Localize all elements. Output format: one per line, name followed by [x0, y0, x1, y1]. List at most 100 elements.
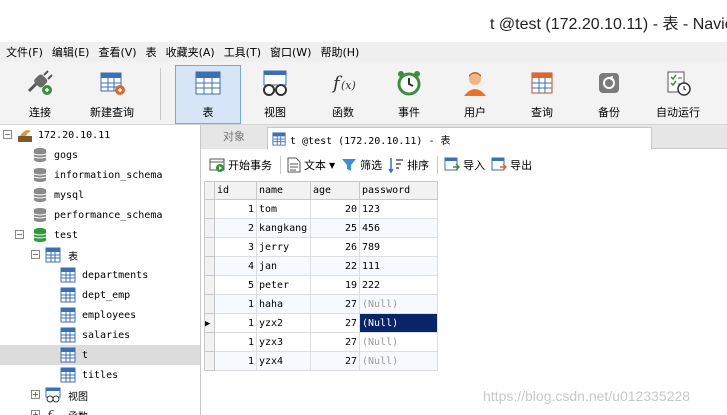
table-button[interactable]: 表: [175, 65, 241, 124]
tree-connection[interactable]: − 172.20.10.11: [0, 125, 200, 145]
cell-password[interactable]: 456: [359, 218, 438, 238]
text-button[interactable]: 文本 ▼: [287, 157, 335, 173]
cell-id[interactable]: 5: [214, 275, 257, 295]
cell-name[interactable]: yzx4: [256, 351, 311, 371]
menu-view[interactable]: 查看(V): [98, 44, 136, 60]
expand-icon[interactable]: +: [31, 390, 40, 399]
cell-password[interactable]: 111: [359, 256, 438, 276]
collapse-icon[interactable]: −: [31, 250, 40, 259]
begin-transaction-button[interactable]: 开始事务: [209, 157, 272, 173]
cell-id[interactable]: 1: [214, 351, 257, 371]
tree-db-gogs[interactable]: gogs: [0, 145, 200, 165]
row-indicator[interactable]: [204, 218, 215, 238]
cell-id[interactable]: 1: [214, 294, 257, 314]
row-indicator[interactable]: ▶: [204, 313, 215, 333]
expand-icon[interactable]: +: [31, 410, 40, 415]
sort-button[interactable]: 排序: [388, 157, 429, 173]
user-button[interactable]: 用户: [450, 66, 500, 123]
row-indicator[interactable]: [204, 199, 215, 219]
column-header-password[interactable]: password: [359, 181, 438, 200]
query-button[interactable]: 查询: [517, 66, 567, 123]
cell-password[interactable]: (Null): [359, 332, 438, 352]
tab-objects[interactable]: 对象: [201, 125, 267, 149]
menu-table[interactable]: 表: [146, 44, 157, 60]
view-button[interactable]: 视图: [250, 66, 300, 123]
export-button[interactable]: 导出: [491, 157, 532, 173]
cell-name[interactable]: jerry: [256, 237, 311, 257]
tree-table-employees[interactable]: employees: [0, 305, 200, 325]
connect-button[interactable]: 连接: [12, 66, 68, 123]
cell-age[interactable]: 26: [310, 237, 360, 257]
table-row[interactable]: 5 peter 19 222: [204, 275, 438, 295]
event-button[interactable]: 事件: [384, 66, 434, 123]
table-row-current[interactable]: ▶ 1 yzx2 27 (Null): [204, 313, 438, 333]
table-row[interactable]: 4 jan 22 111: [204, 256, 438, 276]
cell-password-selected[interactable]: (Null): [359, 313, 438, 333]
menu-help[interactable]: 帮助(H): [320, 44, 359, 60]
cell-name[interactable]: tom: [256, 199, 311, 219]
row-indicator[interactable]: [204, 351, 215, 371]
table-row[interactable]: 1 tom 20 123: [204, 199, 438, 219]
tree-views-folder[interactable]: + 视图: [0, 385, 200, 405]
cell-age[interactable]: 20: [310, 199, 360, 219]
menu-file[interactable]: 文件(F): [6, 44, 43, 60]
cell-id[interactable]: 3: [214, 237, 257, 257]
row-indicator[interactable]: [204, 256, 215, 276]
menu-window[interactable]: 窗口(W): [270, 44, 311, 60]
cell-name[interactable]: yzx3: [256, 332, 311, 352]
backup-button[interactable]: 备份: [584, 66, 634, 123]
tree-table-t[interactable]: t: [0, 345, 200, 365]
cell-id[interactable]: 1: [214, 332, 257, 352]
table-row[interactable]: 3 jerry 26 789: [204, 237, 438, 257]
menu-favorites[interactable]: 收藏夹(A): [166, 44, 215, 60]
filter-button[interactable]: 筛选: [341, 157, 382, 173]
cell-age[interactable]: 27: [310, 313, 360, 333]
tree-db-information-schema[interactable]: information_schema: [0, 165, 200, 185]
row-indicator[interactable]: [204, 237, 215, 257]
cell-password[interactable]: 222: [359, 275, 438, 295]
row-indicator[interactable]: [204, 294, 215, 314]
row-indicator[interactable]: [204, 275, 215, 295]
table-row[interactable]: 1 yzx3 27 (Null): [204, 332, 438, 352]
cell-password[interactable]: (Null): [359, 294, 438, 314]
cell-age[interactable]: 27: [310, 332, 360, 352]
collapse-icon[interactable]: −: [15, 230, 24, 239]
tree-table-titles[interactable]: titles: [0, 365, 200, 385]
cell-age[interactable]: 25: [310, 218, 360, 238]
column-header-name[interactable]: name: [256, 181, 311, 200]
function-button[interactable]: f (x) 函数: [318, 66, 368, 123]
cell-id[interactable]: 1: [214, 313, 257, 333]
tree-table-salaries[interactable]: salaries: [0, 325, 200, 345]
menu-edit[interactable]: 编辑(E): [52, 44, 90, 60]
cell-age[interactable]: 27: [310, 351, 360, 371]
automation-button[interactable]: 自动运行: [650, 66, 706, 123]
column-header-id[interactable]: id: [214, 181, 257, 200]
cell-id[interactable]: 1: [214, 199, 257, 219]
table-row[interactable]: 1 haha 27 (Null): [204, 294, 438, 314]
table-row[interactable]: 2 kangkang 25 456: [204, 218, 438, 238]
new-query-button[interactable]: 新建查询: [82, 66, 142, 123]
tree-tables-folder[interactable]: − 表: [0, 245, 200, 265]
cell-age[interactable]: 27: [310, 294, 360, 314]
cell-password[interactable]: 123: [359, 199, 438, 219]
cell-password[interactable]: (Null): [359, 351, 438, 371]
cell-id[interactable]: 2: [214, 218, 257, 238]
tree-db-test[interactable]: − test: [0, 225, 200, 245]
tree-table-departments[interactable]: departments: [0, 265, 200, 285]
menu-tools[interactable]: 工具(T): [224, 44, 261, 60]
tree-table-dept-emp[interactable]: dept_emp: [0, 285, 200, 305]
cell-name[interactable]: yzx2: [256, 313, 311, 333]
cell-age[interactable]: 19: [310, 275, 360, 295]
table-row[interactable]: 1 yzx4 27 (Null): [204, 351, 438, 371]
cell-name[interactable]: peter: [256, 275, 311, 295]
tree-db-performance-schema[interactable]: performance_schema: [0, 205, 200, 225]
cell-id[interactable]: 4: [214, 256, 257, 276]
import-button[interactable]: 导入: [444, 157, 485, 173]
tree-db-mysql[interactable]: mysql: [0, 185, 200, 205]
row-indicator[interactable]: [204, 332, 215, 352]
cell-name[interactable]: jan: [256, 256, 311, 276]
cell-age[interactable]: 22: [310, 256, 360, 276]
cell-password[interactable]: 789: [359, 237, 438, 257]
cell-name[interactable]: kangkang: [256, 218, 311, 238]
column-header-age[interactable]: age: [310, 181, 360, 200]
